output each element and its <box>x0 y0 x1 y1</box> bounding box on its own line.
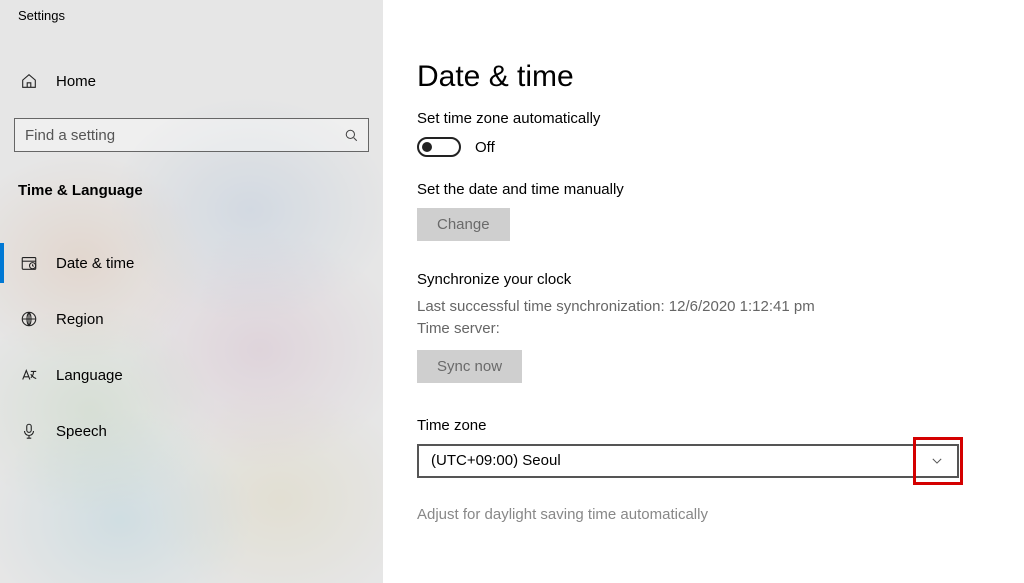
calendar-clock-icon <box>20 254 38 272</box>
search-box[interactable] <box>14 118 369 152</box>
page-title: Date & time <box>417 60 990 94</box>
auto-timezone-state: Off <box>475 139 495 156</box>
last-sync-info: Last successful time synchronization: 12… <box>417 296 990 318</box>
sidebar-item-label: Region <box>56 311 104 328</box>
window-title: Settings <box>0 0 383 58</box>
sidebar-item-date-time[interactable]: Date & time <box>0 235 383 291</box>
language-icon <box>20 366 38 384</box>
timezone-label: Time zone <box>417 417 990 434</box>
main-panel: Date & time Set time zone automatically … <box>383 0 1024 583</box>
dst-label: Adjust for daylight saving time automati… <box>417 506 990 523</box>
sidebar-item-speech[interactable]: Speech <box>0 403 383 459</box>
time-server-info: Time server: <box>417 318 990 340</box>
search-icon <box>334 128 368 143</box>
timezone-dropdown[interactable]: (UTC+09:00) Seoul <box>417 444 959 478</box>
auto-timezone-toggle[interactable] <box>417 137 461 157</box>
microphone-icon <box>20 422 38 440</box>
sidebar-item-region[interactable]: Region <box>0 291 383 347</box>
nav-home[interactable]: Home <box>0 58 383 104</box>
sync-now-button[interactable]: Sync now <box>417 350 522 383</box>
timezone-value: (UTC+09:00) Seoul <box>431 452 561 469</box>
search-input[interactable] <box>15 119 334 151</box>
manual-datetime-label: Set the date and time manually <box>417 181 990 198</box>
sidebar-item-label: Speech <box>56 423 107 440</box>
sidebar-item-language[interactable]: Language <box>0 347 383 403</box>
sync-heading: Synchronize your clock <box>417 271 990 288</box>
auto-timezone-label: Set time zone automatically <box>417 110 990 127</box>
globe-icon <box>20 310 38 328</box>
sidebar-item-label: Date & time <box>56 255 134 272</box>
sidebar-item-label: Language <box>56 367 123 384</box>
home-icon <box>20 72 38 90</box>
settings-sidebar: Settings Home Time & Language Date & tim… <box>0 0 383 583</box>
nav-home-label: Home <box>56 73 96 90</box>
change-button[interactable]: Change <box>417 208 510 241</box>
chevron-down-icon <box>917 444 957 478</box>
sidebar-category: Time & Language <box>0 152 383 215</box>
